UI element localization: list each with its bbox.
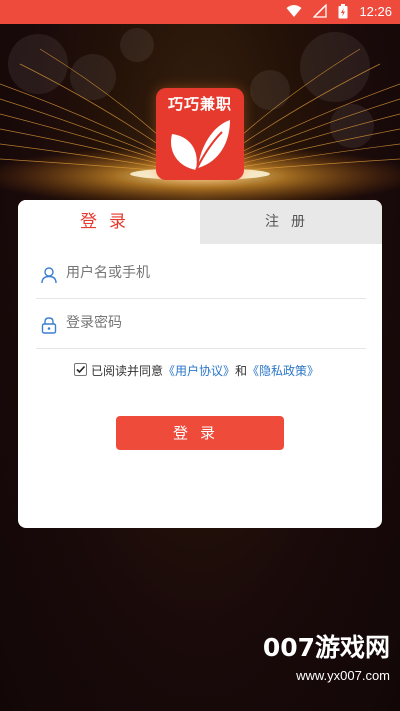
wifi-icon	[286, 5, 302, 17]
status-bar: 12:26	[0, 0, 400, 24]
agreement-row: 已阅读并同意《用户协议》和《隐私政策》	[74, 362, 319, 379]
login-card: 登录 注册 已阅读并同意《用户协议》和《隐私政策》 登录	[18, 200, 382, 528]
signal-icon	[312, 4, 327, 18]
login-button[interactable]: 登录	[116, 416, 284, 450]
battery-icon	[338, 4, 348, 19]
lock-icon	[40, 316, 58, 338]
password-field	[36, 302, 366, 349]
agreement-prefix: 已阅读并同意	[91, 364, 164, 378]
tab-login[interactable]: 登录	[18, 200, 200, 244]
password-input[interactable]	[66, 315, 356, 331]
agreement-and: 和	[235, 364, 248, 378]
user-icon	[40, 266, 58, 288]
privacy-policy-link[interactable]: 《隐私政策》	[247, 364, 319, 378]
tab-register[interactable]: 注册	[200, 200, 382, 244]
tab-bar: 登录 注册	[18, 200, 382, 244]
leaf-icon	[171, 120, 230, 171]
watermark: 007游戏网 www.yx007.com	[250, 628, 390, 683]
hero-banner: 巧巧兼职	[0, 24, 400, 204]
username-field	[36, 252, 366, 299]
logo-text: 巧巧兼职	[167, 95, 232, 113]
check-icon	[76, 365, 86, 374]
watermark-title: 007游戏网	[262, 633, 390, 662]
watermark-url: www.yx007.com	[296, 668, 390, 683]
agreement-checkbox[interactable]	[74, 363, 87, 376]
user-agreement-link[interactable]: 《用户协议》	[163, 364, 235, 378]
status-icons	[280, 4, 348, 20]
username-input[interactable]	[66, 265, 356, 281]
app-logo: 巧巧兼职	[156, 88, 244, 180]
status-time: 12:26	[359, 4, 392, 19]
